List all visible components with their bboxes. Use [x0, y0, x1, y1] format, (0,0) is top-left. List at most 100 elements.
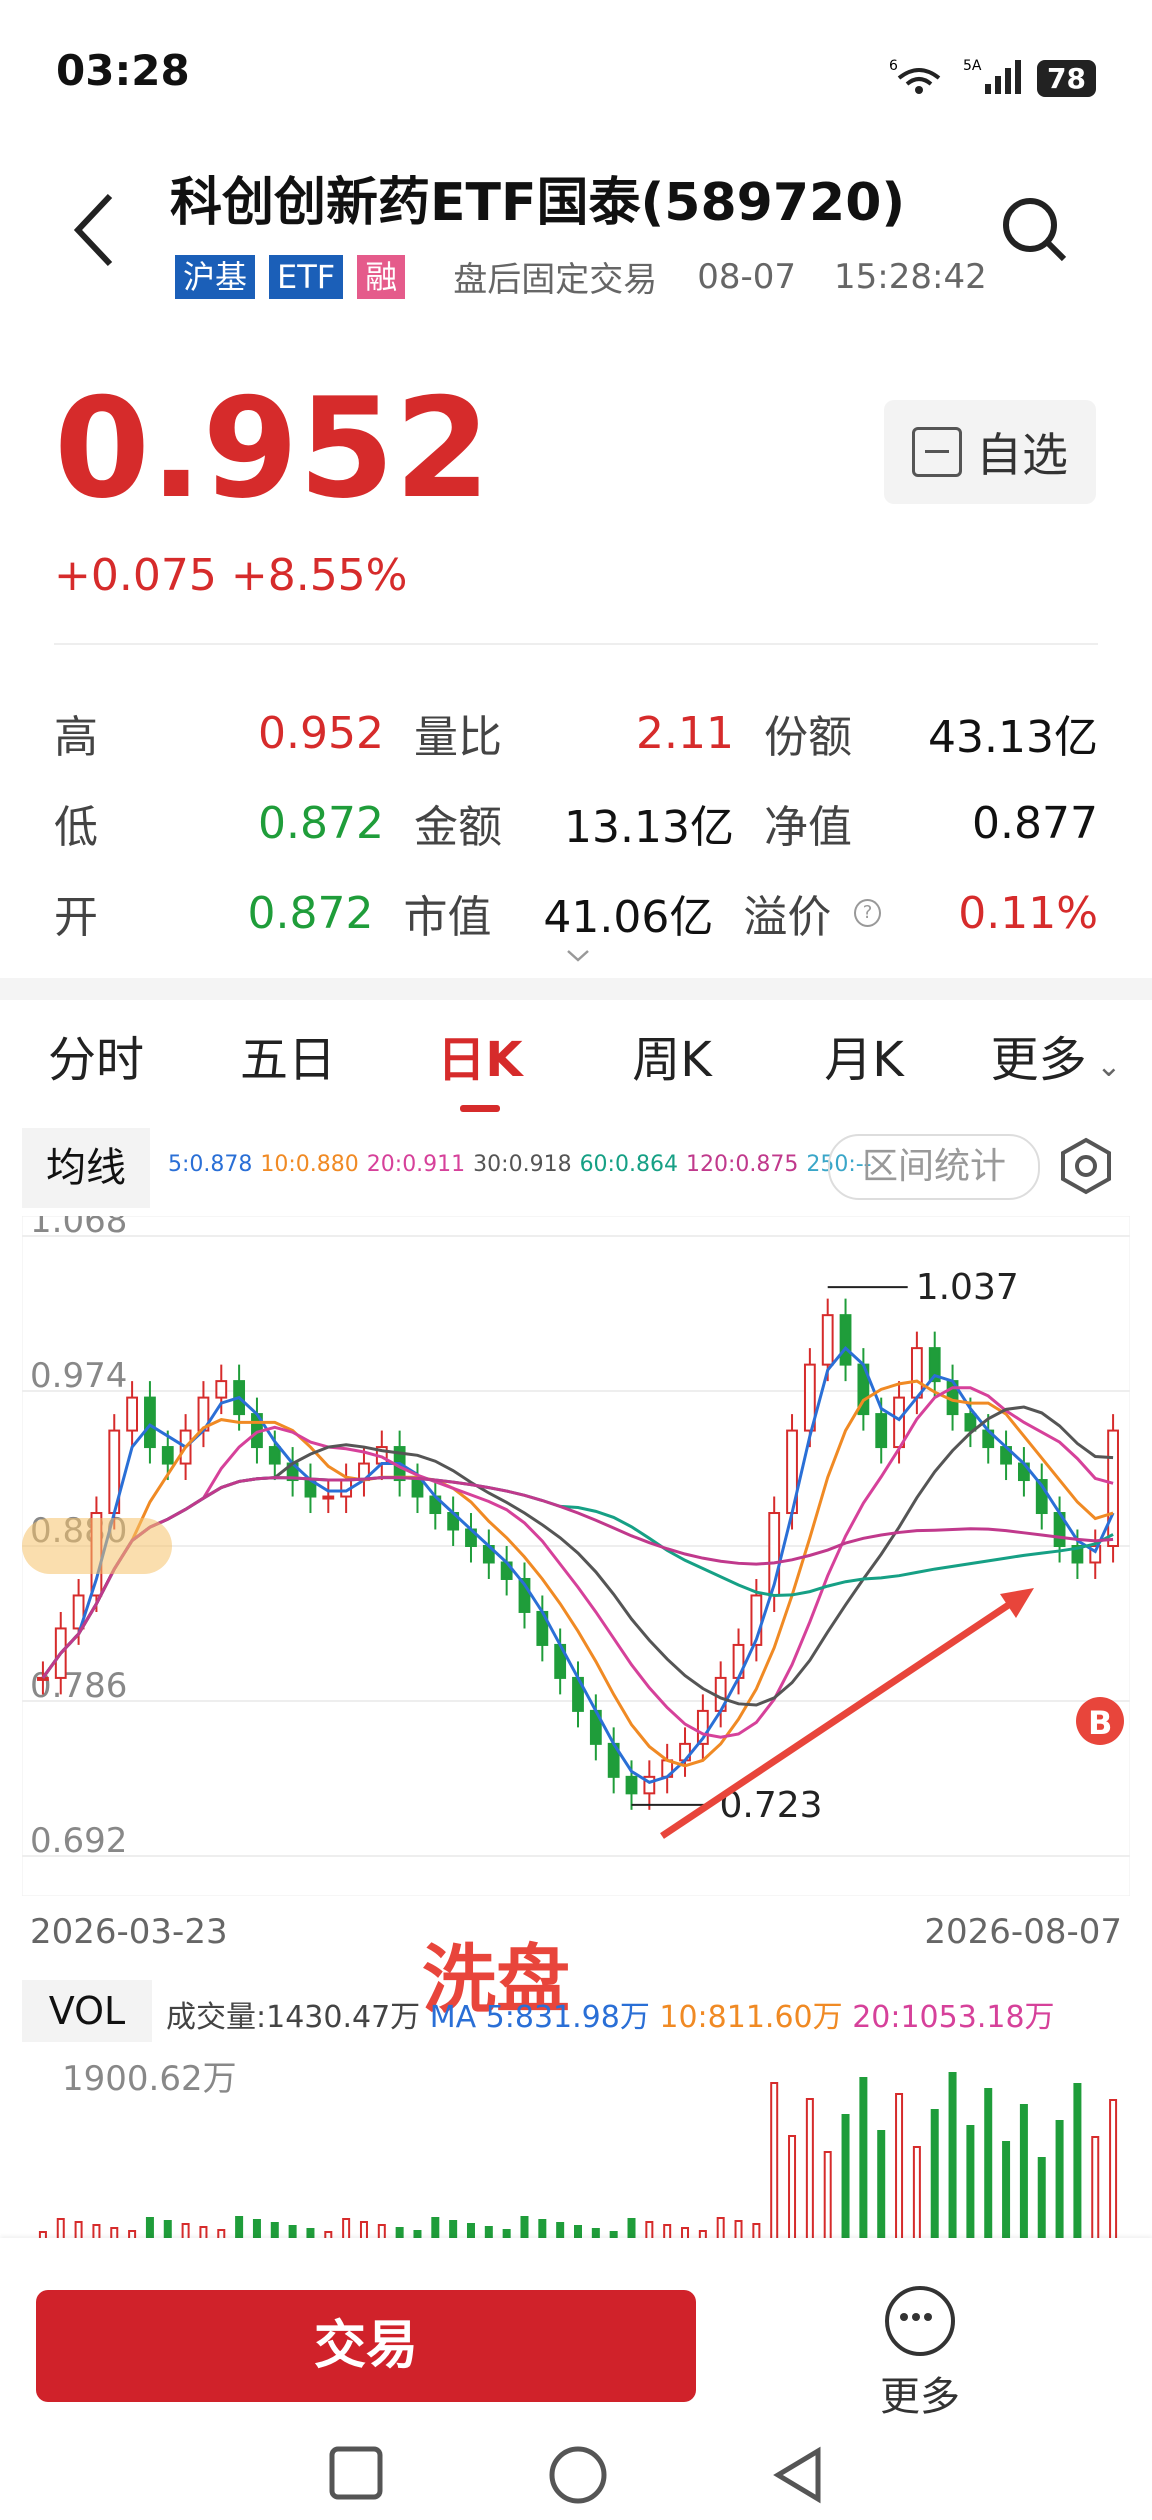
expand-chevron-icon[interactable]: [566, 948, 590, 967]
volume-bar: [342, 2218, 351, 2240]
stat-row: 低 0.872 金额 13.13亿 净值 0.877: [54, 778, 1098, 868]
stat-value: 2.11: [636, 707, 734, 759]
watchlist-button[interactable]: 自选: [884, 400, 1096, 504]
tab-more-label: 更多: [990, 1032, 1087, 1088]
search-icon: [1003, 198, 1067, 262]
stat-value: 0.952: [258, 707, 384, 759]
tab-fenshi[interactable]: 分时: [0, 1020, 192, 1100]
stat-value: 0.877: [972, 797, 1098, 849]
trade-time: 15:28:42: [834, 256, 987, 297]
candle-body: [411, 1479, 424, 1498]
candlestick-chart[interactable]: 1.0680.9740.8800.7860.6921.0370.723B: [22, 1216, 1130, 1896]
y-tick-label: 0.786: [30, 1666, 127, 1706]
volume-bar: [1019, 2104, 1028, 2240]
nav-back-button[interactable]: [770, 2445, 826, 2509]
stat-row: 开 0.872 市值 41.06亿 溢价? 0.11%: [54, 868, 1098, 958]
nav-home-button[interactable]: [548, 2445, 608, 2509]
more-dots-icon: [885, 2286, 955, 2356]
candle-body: [268, 1446, 281, 1465]
candle-body: [161, 1446, 174, 1465]
volume-bar: [930, 2109, 939, 2240]
volume-bar: [788, 2135, 797, 2240]
vol-row: VOL 成交量:1430.47万 MA 5:831.98万 10:811.60万…: [22, 1980, 1132, 2042]
chevron-down-icon: ⌄: [1086, 1049, 1122, 1084]
tag-row: 沪基 ETF 融 盘后固定交易 08-07 15:28:42: [175, 252, 987, 301]
candle-body: [1107, 1429, 1119, 1547]
stat-label: 溢价: [743, 892, 832, 943]
candle-body: [964, 1413, 977, 1432]
price-change: +0.075 +8.55%: [54, 550, 408, 601]
current-price-pill: [22, 1518, 172, 1574]
help-icon[interactable]: ?: [853, 899, 882, 927]
vol-ma10: 10:811.60万: [659, 2000, 843, 2035]
volume-bar: [1055, 2120, 1064, 2240]
stat-value: 0.11%: [958, 887, 1098, 939]
search-button[interactable]: [1000, 195, 1070, 269]
stat-label: 高: [54, 712, 98, 763]
signal-icon: 5A: [963, 56, 1023, 100]
ma-button[interactable]: 均线: [22, 1128, 150, 1208]
change-value: +0.075: [54, 550, 217, 601]
volume-bar: [538, 2219, 547, 2240]
volume-bar: [841, 2114, 850, 2240]
stats-grid: 高 0.952 量比 2.11 份额 43.13亿低 0.872 金额 13.13亿 净值 0.87…: [54, 688, 1098, 958]
volume-bar: [1091, 2136, 1100, 2240]
ma-value: 10:0.880: [260, 1152, 359, 1177]
nav-recents-button[interactable]: [328, 2445, 384, 2505]
ma-value: 5:0.878: [168, 1152, 253, 1177]
trade-button[interactable]: 交易: [36, 2290, 696, 2402]
volume-bar: [716, 2217, 725, 2240]
stat-value: 13.13亿: [564, 802, 734, 853]
candle-body: [893, 1396, 905, 1449]
more-button[interactable]: 更多: [870, 2286, 970, 2422]
back-arrow-icon: [73, 193, 113, 267]
square-icon: [329, 2446, 383, 2500]
circle-icon: [549, 2446, 607, 2504]
tab-daily-k[interactable]: 日K: [384, 1020, 576, 1112]
x-start-date: 2026-03-23: [30, 1912, 228, 1952]
tab-more[interactable]: 更多 ⌄: [960, 1020, 1152, 1100]
volume-bar: [770, 2082, 779, 2240]
tab-monthly-k[interactable]: 月K: [768, 1020, 960, 1100]
volume-bar: [235, 2216, 244, 2240]
stat-value: 43.13亿: [928, 712, 1098, 763]
ma-values: 5:0.878 10:0.880 20:0.911 30:0.918 60:0.864 1…: [168, 1152, 880, 1177]
volume-bar: [859, 2077, 868, 2240]
change-percent: +8.55%: [230, 550, 408, 601]
stat-row: 高 0.952 量比 2.11 份额 43.13亿: [54, 688, 1098, 778]
volume-bar: [1109, 2099, 1118, 2240]
volume-bar: [984, 2088, 993, 2240]
tag-rong: 融: [357, 254, 406, 299]
settings-hexagon-icon[interactable]: [1056, 1136, 1116, 1200]
volume-bar: [948, 2072, 957, 2240]
status-time: 03:28: [56, 46, 190, 95]
stat-label: 开: [54, 892, 98, 943]
section-separator: [0, 978, 1152, 1000]
stat-value: 0.872: [258, 797, 384, 849]
vol-values: 成交量:1430.47万 MA 5:831.98万 10:811.60万 20:…: [166, 1992, 1055, 2036]
vol-ma5: MA 5:831.98万: [429, 2000, 650, 2035]
stat-label: 净值: [764, 802, 852, 853]
svg-text:5A: 5A: [963, 58, 982, 74]
volume-bar: [1002, 2141, 1011, 2240]
tab-weekly-k[interactable]: 周K: [576, 1020, 768, 1100]
volume-bar: [895, 2093, 904, 2240]
vol-button[interactable]: VOL: [22, 1980, 152, 2042]
vol-total: 成交量:1430.47万: [166, 2000, 421, 2035]
ma-value: 60:0.864: [579, 1152, 678, 1177]
volume-chart[interactable]: 1900.62万: [22, 2050, 1130, 2240]
candle-body: [821, 1314, 834, 1366]
candle-body: [215, 1380, 228, 1399]
wifi-icon: 6: [889, 56, 949, 100]
stat-label: 金额: [414, 802, 502, 853]
ma-value: 20:0.911: [366, 1152, 466, 1177]
volume-bar: [966, 2125, 975, 2240]
range-stats-button[interactable]: 区间统计: [828, 1134, 1040, 1200]
volume-bar: [823, 2151, 832, 2240]
stat-value: 0.872: [247, 887, 374, 939]
tab-five-day[interactable]: 五日: [192, 1020, 384, 1100]
candle-body: [910, 1347, 923, 1399]
back-button[interactable]: [70, 190, 120, 274]
volume-bar: [252, 2219, 261, 2240]
stat-label: 份额: [764, 712, 852, 763]
